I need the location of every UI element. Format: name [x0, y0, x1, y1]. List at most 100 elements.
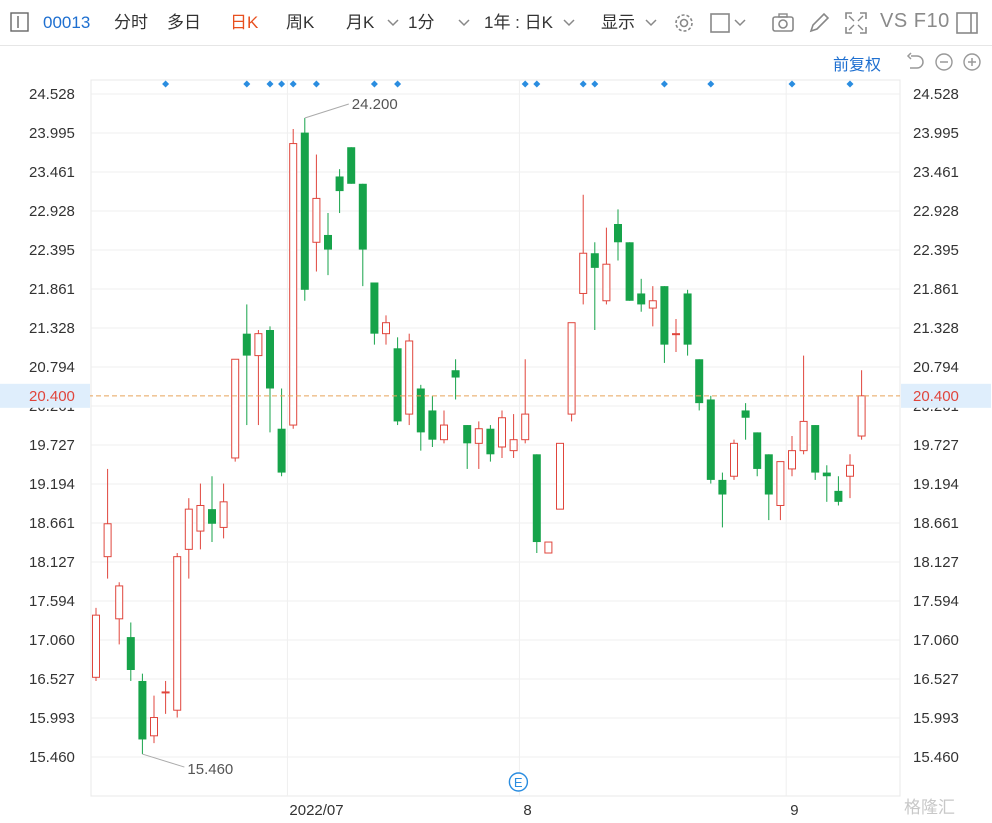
candle-body-down[interactable] — [660, 286, 669, 345]
vs-f10-button[interactable]: VS F10 — [880, 10, 950, 33]
pencil-icon[interactable] — [806, 10, 832, 36]
gear-icon[interactable] — [671, 10, 697, 36]
stock-code[interactable]: 00013 — [43, 12, 90, 34]
event-dot[interactable] — [370, 80, 378, 88]
candle-body-up[interactable] — [788, 450, 796, 470]
event-dot[interactable] — [660, 80, 668, 88]
candle-body-up[interactable] — [92, 614, 100, 678]
event-dot[interactable] — [312, 80, 320, 88]
tab-intraday[interactable]: 分时 — [114, 12, 148, 34]
candle-body-up[interactable] — [219, 501, 228, 528]
candle-body-down[interactable] — [625, 242, 634, 301]
sidebar-toggle-icon[interactable] — [10, 11, 30, 39]
candle-body-down[interactable] — [208, 509, 216, 524]
candle-body-down[interactable] — [614, 223, 622, 243]
chevron-down-icon[interactable] — [644, 13, 658, 31]
camera-icon[interactable] — [770, 10, 796, 36]
panel-toggle-icon[interactable] — [955, 10, 981, 36]
candle-body-up[interactable] — [544, 541, 553, 554]
candle-body-up[interactable] — [115, 585, 124, 620]
candle-body-down[interactable] — [463, 425, 472, 444]
event-dot[interactable] — [846, 80, 854, 88]
range-selector[interactable]: 1年 : 日K — [484, 12, 553, 34]
candle-body-up[interactable] — [730, 442, 738, 477]
candle-body-down[interactable] — [637, 293, 646, 305]
candle-body-up[interactable] — [846, 464, 854, 477]
tab-monthly-k[interactable]: 月K — [346, 12, 374, 34]
event-dot[interactable] — [533, 80, 541, 88]
candle-body-down[interactable] — [822, 472, 831, 477]
event-dot[interactable] — [591, 80, 599, 88]
candle-body-up[interactable] — [312, 197, 321, 243]
event-dot[interactable] — [579, 80, 587, 88]
candle-body-down[interactable] — [138, 680, 147, 740]
chevron-down-icon[interactable] — [386, 13, 400, 31]
candle-body-up[interactable] — [509, 439, 518, 452]
candle-body-down[interactable] — [532, 454, 541, 543]
tab-multi-day[interactable]: 多日 — [167, 12, 201, 34]
candle-body-up[interactable] — [184, 508, 193, 550]
event-dot[interactable] — [162, 80, 170, 88]
candle-body-down[interactable] — [590, 253, 599, 268]
candle-body-down[interactable] — [764, 454, 773, 495]
candle-body-up[interactable] — [579, 252, 588, 294]
chevron-down-icon[interactable] — [562, 13, 576, 31]
candle-body-down[interactable] — [324, 234, 332, 250]
candle-body-up[interactable] — [799, 420, 808, 452]
event-dot[interactable] — [521, 80, 529, 88]
chevron-down-icon[interactable] — [457, 13, 471, 31]
event-dot[interactable] — [289, 80, 297, 88]
candle-body-down[interactable] — [370, 282, 379, 334]
candle-body-up[interactable] — [161, 691, 170, 694]
event-dot[interactable] — [394, 80, 402, 88]
candle-body-down[interactable] — [335, 176, 344, 192]
candle-body-up[interactable] — [556, 442, 564, 510]
candle-body-up[interactable] — [857, 395, 866, 437]
candle-body-up[interactable] — [405, 340, 414, 415]
display-menu[interactable]: 显示 — [601, 12, 635, 34]
candlestick-chart[interactable]: 24.528 24.528 23.995 23.995 23.461 23.461 22.9… — [0, 46, 992, 823]
candle-body-down[interactable] — [126, 637, 135, 670]
event-dot[interactable] — [278, 80, 286, 88]
candle-body-up[interactable] — [173, 556, 182, 711]
candle-body-down[interactable] — [451, 370, 460, 378]
candle-body-down[interactable] — [753, 432, 762, 469]
candle-body-down[interactable] — [347, 147, 356, 184]
candle-body-down[interactable] — [718, 479, 727, 495]
candle-body-up[interactable] — [196, 504, 205, 532]
candle-body-up[interactable] — [672, 333, 680, 336]
candle-body-up[interactable] — [474, 428, 483, 444]
candle-body-down[interactable] — [242, 333, 251, 356]
chevron-down-icon[interactable] — [733, 13, 747, 31]
tab-weekly-k[interactable]: 周K — [286, 12, 314, 34]
candle-body-up[interactable] — [602, 263, 611, 302]
fullscreen-icon[interactable] — [843, 10, 869, 36]
candle-body-up[interactable] — [776, 461, 785, 506]
candle-body-down[interactable] — [277, 428, 286, 473]
candle-body-up[interactable] — [103, 523, 112, 558]
candle-body-down[interactable] — [834, 490, 843, 502]
candle-body-down[interactable] — [486, 428, 495, 455]
event-dot[interactable] — [788, 80, 796, 88]
candle-body-up[interactable] — [150, 717, 158, 737]
candle-body-down[interactable] — [683, 293, 692, 345]
candle-body-up[interactable] — [382, 322, 390, 335]
candle-body-up[interactable] — [648, 300, 657, 309]
candle-body-down[interactable] — [393, 348, 402, 422]
candle-body-down[interactable] — [266, 330, 274, 389]
tab-1min[interactable]: 1分 — [408, 12, 434, 34]
candle-body-up[interactable] — [254, 333, 263, 357]
candle-body-down[interactable] — [358, 183, 367, 250]
candle-body-down[interactable] — [428, 410, 437, 440]
event-dot[interactable] — [707, 80, 715, 88]
candle-body-up[interactable] — [231, 358, 240, 459]
candle-body-up[interactable] — [289, 143, 298, 426]
candle-body-down[interactable] — [811, 425, 820, 473]
event-dot[interactable] — [266, 80, 274, 88]
candle-body-down[interactable] — [300, 132, 309, 290]
candle-body-down[interactable] — [741, 410, 750, 418]
candle-body-down[interactable] — [695, 359, 704, 404]
candle-body-up[interactable] — [567, 322, 576, 415]
checkbox-icon[interactable] — [708, 10, 734, 36]
candle-body-down[interactable] — [706, 399, 715, 480]
